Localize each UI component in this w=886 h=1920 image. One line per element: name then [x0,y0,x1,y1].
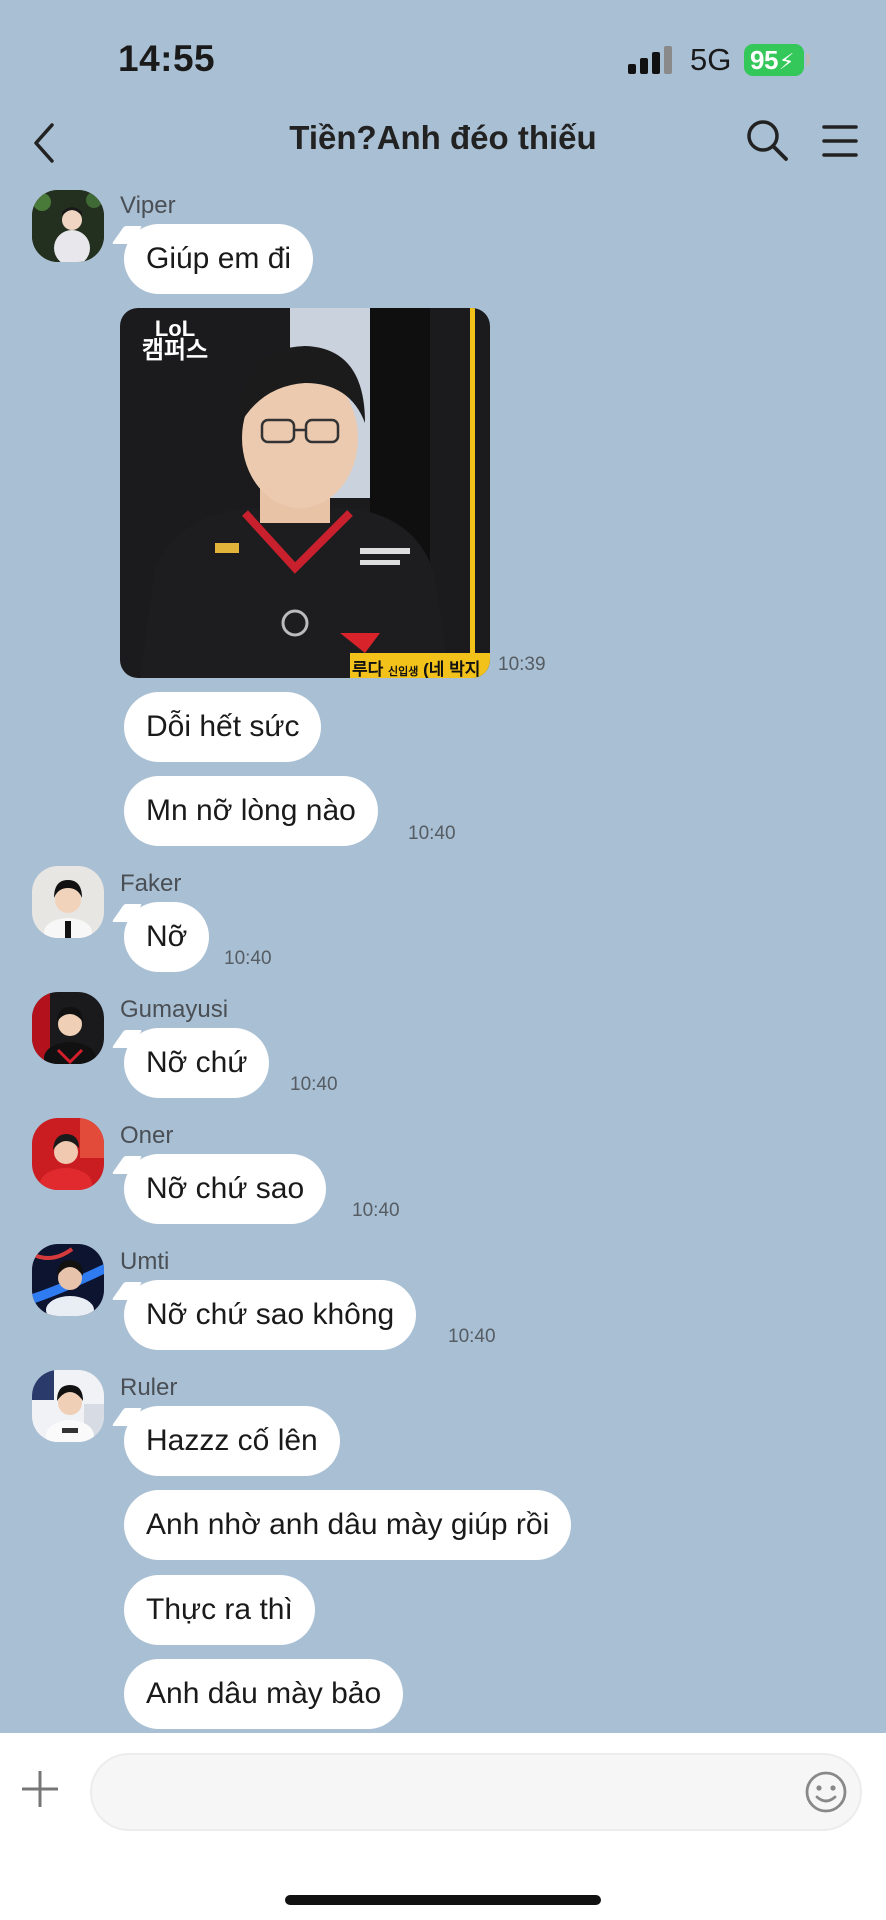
message-time: 10:40 [352,1200,400,1221]
message-time: 10:39 [498,654,546,675]
message-bubble[interactable]: Dỗi hết sức [124,692,322,762]
sender-name: Ruler [120,1374,178,1401]
avatar-gumayusi[interactable] [32,992,104,1064]
input-bar [0,1733,886,1920]
avatar-faker[interactable] [32,866,104,938]
sender-name: Viper [120,192,176,219]
signal-icon [628,46,676,74]
avatar-oner[interactable] [32,1118,104,1190]
message-bubble[interactable]: Anh dâu mày bảo [124,1659,404,1729]
sender-name: Gumayusi [120,996,229,1023]
message-bubble[interactable]: Nỡ chứ sao [124,1154,327,1224]
logo-text: 캠퍼스 [141,337,209,364]
home-indicator[interactable] [285,1895,601,1905]
charging-icon: ⚡ [778,49,794,74]
network-type: 5G [690,42,732,77]
message-bubble[interactable]: Thực ra thì [124,1575,315,1645]
message-bubble[interactable]: Anh nhờ anh dâu mày giúp rồi [124,1490,572,1560]
message-bubble[interactable]: Giúp em đi [124,224,314,294]
emoji-icon[interactable] [804,1770,848,1814]
subtitle-rest: (네 박지 [423,660,481,678]
avatar-ruler[interactable] [32,1370,104,1442]
status-bar: 14:55 5G 95⚡ [0,0,886,110]
message-bubble[interactable]: Mn nỡ lòng nào [124,776,378,846]
message-bubble[interactable]: Nỡ chứ [124,1028,270,1098]
subtitle-name: 루다 [352,660,384,678]
photo-subtitle: 루다 신입생 (네 박지 [352,655,480,678]
message-input[interactable] [90,1753,862,1831]
subtitle-tag: 신입생 [388,666,419,678]
status-time: 14:55 [118,38,216,79]
search-icon[interactable] [744,117,790,163]
message-time: 10:40 [290,1074,338,1095]
avatar-viper[interactable] [32,190,104,262]
battery-indicator: 95⚡ [744,44,804,76]
plus-icon[interactable] [20,1769,60,1809]
message-time: 10:40 [224,948,272,969]
message-bubble[interactable]: Nỡ chứ sao không [124,1280,417,1350]
message-bubble[interactable]: Hazzz cố lên [124,1406,340,1476]
sender-name: Oner [120,1122,174,1149]
menu-icon[interactable] [820,119,860,163]
avatar-umti[interactable] [32,1244,104,1316]
sender-name: Faker [120,870,182,897]
chat-header: Tiền?Anh đéo thiếu [0,105,886,180]
photo-message[interactable]: LoL 캠퍼스 루다 신입생 (네 박지 [120,308,490,678]
message-time: 10:40 [448,1326,496,1347]
battery-level: 95 [750,45,778,75]
message-time: 10:40 [408,823,456,844]
message-bubble[interactable]: Nỡ [124,902,210,972]
sender-name: Umti [120,1248,170,1275]
lol-campus-logo: LoL 캠퍼스 [140,318,210,364]
battery-cap [806,53,810,66]
